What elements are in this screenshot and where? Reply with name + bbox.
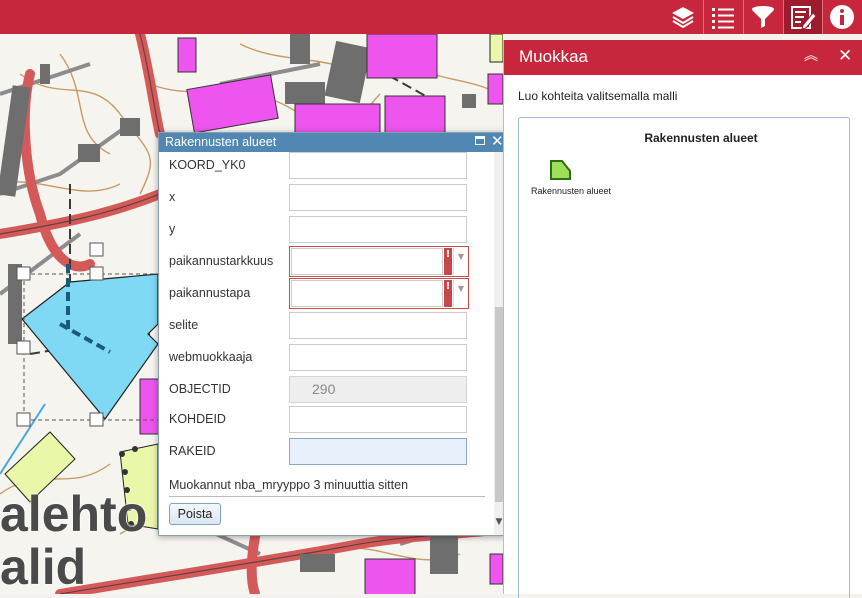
field-label: OBJECTID: [169, 382, 231, 396]
paikannustapa-select[interactable]: ! ▼: [289, 278, 469, 309]
close-icon[interactable]: ✕: [491, 133, 504, 151]
field-label: paikannustarkkuus: [169, 254, 274, 268]
koord-yk0-input[interactable]: [289, 152, 467, 179]
field-row: x: [159, 182, 494, 214]
field-label: RAKEID: [169, 444, 216, 458]
rakeid-input[interactable]: [289, 438, 467, 465]
template-picker: Rakennusten alueet Rakennusten alueet: [518, 117, 850, 598]
y-input[interactable]: [289, 216, 467, 243]
field-row: paikannustarkkuus ! ▼: [159, 246, 494, 278]
required-error-icon: !: [444, 280, 452, 307]
legend-button[interactable]: [704, 0, 742, 34]
required-error-icon: !: [444, 248, 452, 275]
scrollbar-thumb[interactable]: [495, 307, 503, 502]
field-row: y: [159, 214, 494, 246]
field-label: paikannustapa: [169, 286, 251, 300]
delete-button[interactable]: Poista: [169, 503, 221, 525]
edit-icon: [791, 6, 816, 30]
map-place-label-1: alehto: [0, 486, 148, 542]
attribute-popup: Rakennusten alueet ✕ KOORD_YK0 x y paika…: [158, 132, 505, 536]
field-label: webmuokkaaja: [169, 350, 253, 364]
objectid-input: 290: [289, 376, 467, 403]
chevron-down-icon[interactable]: ▼: [453, 280, 468, 307]
field-row: paikannustapa ! ▼: [159, 278, 494, 310]
field-label: y: [169, 222, 176, 236]
field-row: OBJECTID 290: [159, 374, 494, 406]
panel-title: Muokkaa: [519, 47, 588, 66]
field-label: KOORD_YK0: [169, 158, 246, 172]
field-row: KOORD_YK0: [159, 150, 494, 182]
field-row: RAKEID: [159, 436, 494, 468]
x-input[interactable]: [289, 184, 467, 211]
polygon-template-icon: [550, 160, 571, 180]
field-label: selite: [169, 318, 199, 332]
panel-header: Muokkaa ︽ ✕: [504, 40, 862, 75]
close-icon[interactable]: ✕: [838, 46, 852, 66]
filter-icon: [752, 6, 774, 28]
field-row: KOHDEID: [159, 404, 494, 436]
select-value: [291, 248, 443, 275]
layers-icon: [672, 7, 694, 29]
top-toolbar: [0, 0, 862, 34]
list-icon: [712, 8, 734, 29]
template-item-label: Rakennusten alueet: [531, 186, 612, 196]
selite-input[interactable]: [289, 312, 467, 339]
field-row: webmuokkaaja: [159, 342, 494, 374]
info-icon: [830, 5, 854, 29]
divider: [169, 496, 485, 497]
info-button[interactable]: [823, 0, 861, 34]
panel-hint: Luo kohteita valitsemalla malli: [518, 89, 678, 103]
chevron-down-icon[interactable]: ▼: [453, 248, 468, 275]
collapse-icon[interactable]: ︽: [804, 48, 818, 64]
kohdeid-input[interactable]: [289, 406, 467, 433]
filter-button[interactable]: [744, 0, 782, 34]
paikannustarkkuus-select[interactable]: ! ▼: [289, 246, 469, 277]
select-value: [291, 280, 443, 307]
edit-panel: Muokkaa ︽ ✕ Luo kohteita valitsemalla ma…: [503, 40, 862, 598]
maximize-icon[interactable]: [475, 136, 485, 145]
field-label: x: [169, 190, 176, 204]
template-group-title: Rakennusten alueet: [644, 131, 758, 145]
popup-title: Rakennusten alueet: [165, 135, 277, 149]
edit-button[interactable]: [784, 0, 822, 34]
field-row: selite: [159, 310, 494, 342]
map-place-label-2: alid: [0, 539, 87, 594]
last-edited-text: Muokannut nba_mryyppo 3 minuuttia sitten: [169, 478, 409, 492]
webmuokkaaja-input[interactable]: [289, 344, 467, 371]
layers-button[interactable]: [664, 0, 702, 34]
field-label: KOHDEID: [169, 412, 226, 426]
